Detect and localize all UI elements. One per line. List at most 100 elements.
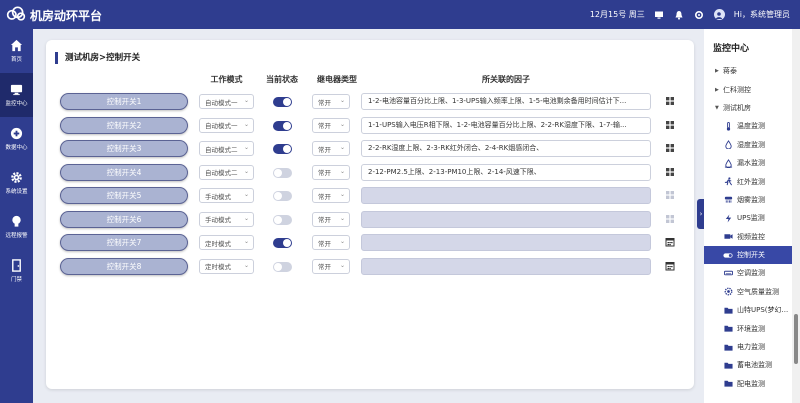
relay-type-select[interactable]: 常开 ⌄ (312, 258, 350, 274)
control-switch-button[interactable]: 控制开关6 (60, 210, 188, 228)
chevron-down-icon: ⌄ (243, 238, 249, 245)
work-mode-select[interactable]: 自动模式一 ⌄ (199, 117, 254, 133)
nav-item-access-control[interactable]: 门禁 (0, 249, 33, 293)
related-factors-field[interactable] (361, 187, 651, 204)
relay-type-select[interactable]: 常开 ⌄ (312, 188, 350, 203)
nav-label: 门禁 (10, 277, 22, 283)
tree-item[interactable]: 蓄电池监测 (704, 356, 792, 374)
relay-type-select[interactable]: 常开 ⌄ (312, 141, 350, 156)
work-mode-select[interactable]: 定时模式 ⌄ (199, 235, 254, 250)
grid-icon-disabled[interactable] (665, 190, 675, 200)
nav-item-monitor-center[interactable]: 监控中心 (0, 73, 33, 117)
relay-type-select[interactable]: 常开 ⌄ (312, 94, 350, 109)
state-toggle[interactable] (273, 214, 292, 225)
state-toggle[interactable] (273, 97, 292, 107)
screen-icon[interactable] (654, 9, 665, 20)
nav-item-system-settings[interactable]: 系统设置 (0, 161, 33, 205)
caret-down-icon[interactable]: ▼ (715, 105, 723, 111)
scrollbar-thumb[interactable] (794, 314, 798, 364)
control-switch-button[interactable]: 控制开关3 (60, 140, 188, 157)
work-mode-select[interactable]: 手动模式 ⌄ (199, 188, 254, 203)
tree-item[interactable]: 控制开关 (704, 245, 792, 265)
grid-icon-disabled[interactable] (665, 214, 675, 224)
toggle-knob (274, 168, 282, 177)
tree-item-label: 视频监控 (737, 232, 765, 241)
nav-item-remote-alarm[interactable]: 远程报警 (0, 205, 33, 249)
header-current-state: 当前状态 (266, 75, 298, 84)
work-mode-value: 自动模式一 (205, 98, 238, 107)
tree-item[interactable]: 配电监测 (704, 375, 792, 393)
tree-item-label: 仁科测控 (723, 85, 751, 94)
tree-item[interactable]: 烟雾监测 (704, 191, 792, 209)
state-toggle[interactable] (273, 120, 292, 131)
related-factors-field[interactable] (361, 234, 651, 251)
nav-label: 系统设置 (5, 189, 28, 195)
state-toggle[interactable] (273, 191, 292, 201)
control-switch-button[interactable]: 控制开关7 (60, 234, 188, 251)
user-greeting[interactable]: Hi，系统管理员 (734, 9, 790, 20)
work-mode-select[interactable]: 自动模式二 ⌄ (199, 141, 254, 156)
related-factors-field[interactable]: 1-1-UPS输入电压R相下限、1-2-电池容量百分比上限、2-2-RK湿度下限… (361, 116, 651, 134)
tree-item[interactable]: ▶ 蒋泰 (704, 62, 792, 80)
related-factors-field[interactable]: 2-12-PM2.5上限、2-13-PM10上限、2-14-风速下限、 (361, 163, 651, 181)
state-toggle[interactable] (273, 238, 292, 248)
switch-icon (723, 250, 733, 260)
control-switch-panel: 测试机房>控制开关 工作模式 当前状态 继电器类型 所关联的因子 控制开关1 自动… (46, 40, 694, 389)
work-mode-value: 定时模式 (205, 263, 231, 271)
related-factors-field[interactable]: 2-2-RK湿度上限、2-3-RK红外闭合、2-4-RK烟感闭合、 (361, 140, 651, 157)
state-toggle[interactable] (273, 167, 292, 178)
caret-right-icon[interactable]: ▶ (715, 87, 723, 93)
work-mode-select[interactable]: 自动模式一 ⌄ (199, 94, 254, 109)
work-mode-select[interactable]: 手动模式 ⌄ (199, 211, 254, 227)
relay-type-select[interactable]: 常开 ⌄ (312, 211, 350, 227)
page-scrollbar[interactable] (792, 29, 800, 403)
bell-icon[interactable] (674, 9, 685, 20)
calendar-icon[interactable] (665, 237, 675, 247)
grid-icon[interactable] (665, 96, 675, 106)
related-factors-field[interactable] (361, 257, 651, 275)
grid-icon[interactable] (665, 167, 675, 177)
calendar-icon[interactable] (665, 261, 675, 271)
nav-item-data-center[interactable]: 数据中心 (0, 117, 33, 161)
grid-icon[interactable] (665, 120, 675, 130)
tree-item[interactable]: 环境监测 (704, 319, 792, 337)
grid-icon[interactable] (665, 143, 675, 153)
related-factors-field[interactable] (361, 210, 651, 228)
control-switch-button[interactable]: 控制开关4 (60, 163, 188, 181)
tree-item[interactable]: 电力监测 (704, 338, 792, 356)
control-switch-button[interactable]: 控制开关8 (60, 257, 188, 275)
air-quality-icon (723, 287, 733, 297)
tree-item[interactable]: 视频监控 (704, 228, 792, 246)
tree-item[interactable]: 空调监测 (704, 264, 792, 282)
control-switch-button[interactable]: 控制开关1 (60, 93, 188, 110)
work-mode-value: 自动模式二 (205, 169, 238, 177)
folder-icon (723, 379, 733, 389)
settings-icon[interactable] (694, 9, 705, 20)
nav-item-home[interactable]: 首页 (0, 29, 33, 73)
caret-right-icon[interactable]: ▶ (715, 68, 723, 74)
tree-item[interactable]: 湿度监测 (704, 136, 792, 154)
avatar[interactable] (713, 9, 725, 20)
tree-item[interactable]: ▶ 仁科测控 (704, 80, 792, 98)
tree-item[interactable]: ▼ 测试机房 (704, 99, 792, 117)
relay-type-select[interactable]: 常开 ⌄ (312, 117, 350, 133)
control-switch-button[interactable]: 控制开关2 (60, 116, 188, 134)
tree-item[interactable]: 温度监测 (704, 117, 792, 135)
state-toggle[interactable] (273, 261, 292, 272)
work-mode-select[interactable]: 定时模式 ⌄ (199, 258, 254, 274)
relay-type-select[interactable]: 常开 ⌄ (312, 235, 350, 250)
tree-item[interactable]: 空气质量监测 (704, 283, 792, 301)
related-factors-field[interactable]: 1-2-电池容量百分比上限、1-3-UPS输入频率上限、1-5-电池剩余备用时间… (361, 93, 651, 110)
tree-item[interactable]: 漏水监测 (704, 154, 792, 172)
relay-type-select[interactable]: 常开 ⌄ (312, 164, 350, 180)
tree-item-label: 测试机房 (723, 103, 751, 112)
relay-type-value: 常开 (318, 216, 331, 224)
tree-item[interactable]: 山特UPS(梦幻... (704, 301, 792, 319)
work-mode-select[interactable]: 自动模式二 ⌄ (199, 164, 254, 180)
thermometer-icon (723, 121, 733, 131)
tree-item[interactable]: 红外监测 (704, 172, 792, 190)
state-toggle[interactable] (273, 144, 292, 154)
tree-item-label: 电力监测 (737, 343, 765, 352)
tree-item[interactable]: UPS监测 (704, 209, 792, 227)
control-switch-button[interactable]: 控制开关5 (60, 187, 188, 204)
